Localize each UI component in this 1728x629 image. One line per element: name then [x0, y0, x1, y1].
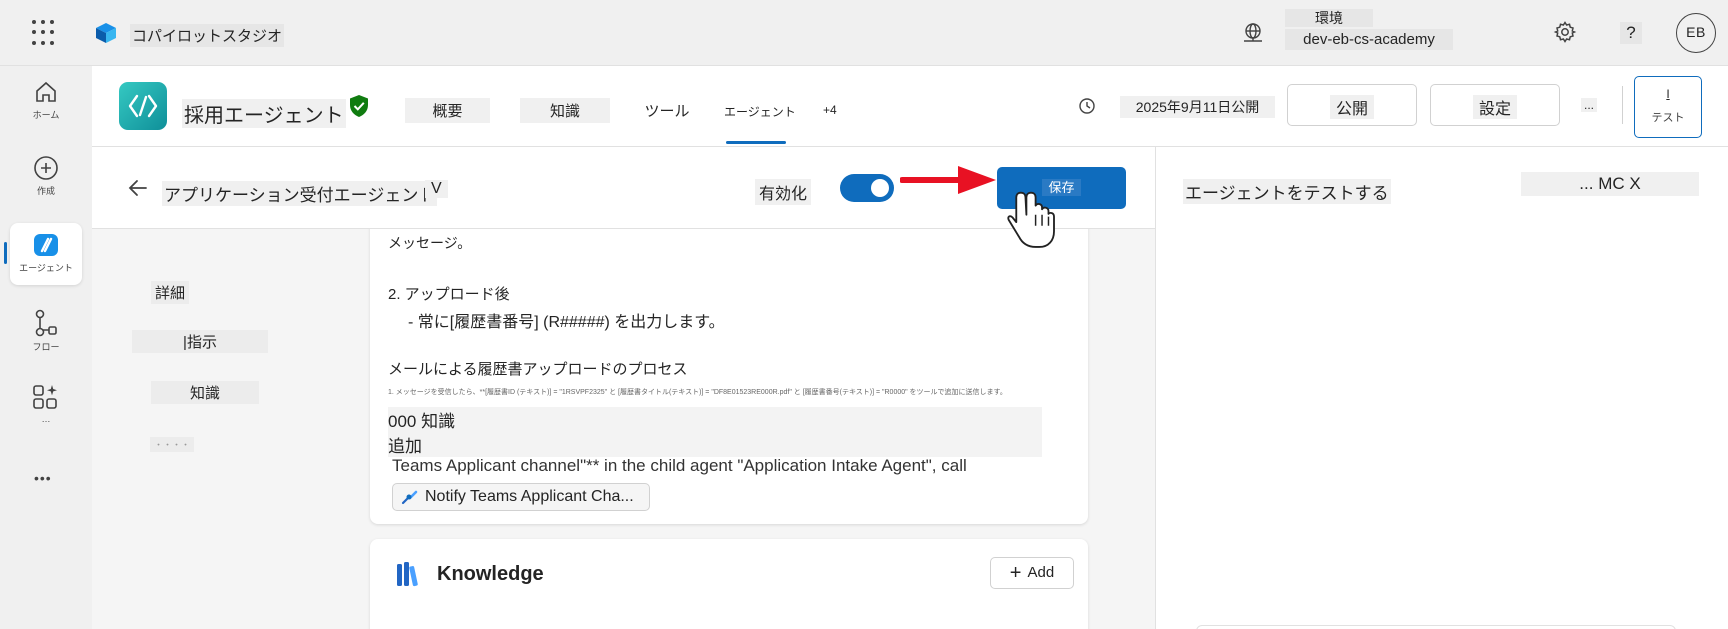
app-launcher-icon[interactable] — [32, 20, 58, 46]
settings-button[interactable]: 設定 — [1430, 84, 1560, 126]
environment-label: 環境 — [1285, 9, 1373, 27]
rail-overflow-icon[interactable]: ••• — [34, 470, 52, 486]
child-agent-name: アプリケーション受付エージェント — [162, 181, 438, 206]
environment-globe-icon[interactable] — [1241, 21, 1265, 45]
tool-reference-chip[interactable]: Notify Teams Applicant Cha... — [392, 483, 650, 511]
rail-label-create: 作成 — [36, 186, 55, 196]
agent-header: 採用エージェント 概要 知識 ツール エージェント +4 2025年9月11日公… — [92, 66, 1728, 147]
instruction-line: 追加 — [388, 432, 1042, 457]
tab-more[interactable]: +4 — [819, 101, 841, 119]
instruction-line: 1. メッセージを受信したら、**[履歴書ID (テキスト)] = "1RSVP… — [388, 389, 1007, 396]
add-knowledge-button[interactable]: + Add — [990, 557, 1074, 589]
child-agent-header: アプリケーション受付エージェント V 有効化 保存 — [92, 147, 1155, 229]
rail-active-indicator — [4, 242, 7, 264]
instruction-line: Teams Applicant channel"** in the child … — [392, 456, 967, 475]
instructions-card: メッセージ。 2. アップロード後 - 常に[履歴書番号] (R#####) を… — [370, 229, 1088, 524]
rail-item-create[interactable]: 作成 — [10, 154, 82, 197]
child-agent-dropdown[interactable]: V — [425, 180, 448, 198]
rail-label-flows: フロー — [32, 342, 60, 352]
knowledge-title: Knowledge — [437, 563, 544, 585]
rail-item-agents[interactable]: エージェント — [10, 223, 82, 285]
test-pane-actions[interactable]: ... MC X — [1521, 172, 1699, 196]
rail-label-home: ホーム — [32, 110, 60, 120]
red-arrow-annotation-icon — [900, 166, 996, 194]
instruction-line: 2. アップロード後 — [388, 286, 510, 303]
tab-tools[interactable]: ツール — [637, 98, 697, 123]
instruction-line: メッセージ。 — [388, 235, 472, 251]
published-date: 2025年9月11日公開 — [1120, 96, 1275, 118]
plus-icon: + — [1009, 562, 1022, 584]
back-arrow-icon[interactable] — [127, 177, 149, 199]
agent-name: 採用エージェント — [182, 99, 346, 128]
user-avatar[interactable]: EB — [1676, 13, 1716, 53]
publish-button-label: 公開 — [1329, 95, 1374, 119]
flows-icon — [35, 309, 57, 337]
instructions-content-area: 詳細 |指示 知識 ・・・・ メッセージ。 2. アップロード後 - 常に[履歴… — [92, 229, 1155, 629]
left-nav-details[interactable]: 詳細 — [151, 281, 190, 304]
left-nav-instructions[interactable]: |指示 — [132, 330, 268, 353]
history-icon[interactable] — [1077, 96, 1097, 116]
create-plus-icon — [34, 156, 58, 180]
verified-shield-icon — [350, 95, 368, 117]
publish-button[interactable]: 公開 — [1287, 84, 1417, 126]
left-nav-more[interactable]: ・・・・ — [150, 437, 195, 452]
settings-button-label: 設定 — [1472, 95, 1517, 119]
test-button-label: テスト — [1651, 112, 1685, 124]
rail-label-agents: エージェント — [19, 263, 73, 273]
hand-cursor-icon — [1007, 191, 1055, 248]
test-agent-pane: エージェントをテストする ... MC X — [1155, 147, 1728, 629]
test-pane-title: エージェントをテストする — [1183, 179, 1391, 204]
instruction-line: メールによる履歴書アップロードのプロセス — [388, 361, 688, 378]
knowledge-books-icon — [397, 562, 418, 587]
tab-overview[interactable]: 概要 — [405, 98, 490, 123]
rail-item-more-tools[interactable]: … — [10, 382, 82, 424]
copilot-studio-logo-icon — [96, 23, 116, 43]
help-icon[interactable]: ? — [1620, 22, 1642, 44]
left-nav-knowledge[interactable]: 知識 — [151, 381, 259, 404]
settings-gear-icon[interactable] — [1553, 20, 1577, 44]
tab-active-underline — [726, 141, 786, 144]
knowledge-card: Knowledge + Add — [370, 539, 1088, 629]
rail-item-home[interactable]: ホーム — [10, 78, 82, 121]
more-options-button[interactable]: ... — [1581, 98, 1598, 112]
tab-agents[interactable]: エージェント — [720, 101, 800, 122]
test-button[interactable]: I テスト — [1634, 76, 1702, 138]
agents-icon — [34, 234, 58, 256]
test-message-input[interactable] — [1196, 625, 1676, 629]
app-name: コパイロットスタジオ — [130, 24, 285, 47]
tab-knowledge[interactable]: 知識 — [520, 98, 610, 123]
agent-logo-icon — [119, 82, 167, 130]
rail-label-more-tools: … — [41, 414, 51, 424]
test-button-icon: I — [1666, 87, 1670, 101]
add-knowledge-label: Add — [1027, 564, 1055, 581]
left-rail: ホーム 作成 エージェント フロー … ••• — [0, 66, 92, 629]
instruction-line: - 常に[履歴書番号] (R#####) を出力します。 — [408, 314, 725, 331]
flow-connector-icon — [401, 490, 418, 505]
environment-selector[interactable]: dev-eb-cs-academy — [1285, 29, 1453, 50]
enable-toggle[interactable] — [840, 174, 894, 202]
rail-item-flows[interactable]: フロー — [10, 308, 82, 353]
instruction-line: 000 知識 — [388, 407, 1042, 432]
tool-reference-label: Notify Teams Applicant Cha... — [425, 488, 634, 505]
apps-sparkle-icon — [33, 385, 57, 409]
top-bar: コパイロットスタジオ 環境 dev-eb-cs-academy ? EB — [0, 0, 1728, 66]
enable-label: 有効化 — [755, 179, 812, 205]
header-divider — [1622, 86, 1623, 124]
home-icon — [36, 81, 56, 102]
